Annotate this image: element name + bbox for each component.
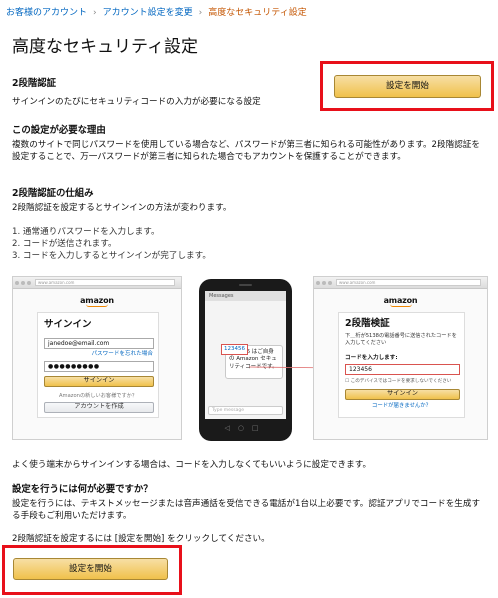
browser-url-bar: www.amazon.com bbox=[336, 279, 481, 286]
verification-text: 下＿桁が5138の電話番号に送信されたコードを入力してください bbox=[345, 333, 457, 347]
resend-code-link: コードが届きませんか？ bbox=[371, 403, 432, 409]
amazon-logo: amazon bbox=[314, 295, 487, 308]
verification-title: 2段階検証 bbox=[345, 318, 390, 329]
start-setup-button-bottom[interactable]: 設定を開始 bbox=[13, 558, 168, 580]
verification-screenshot: www.amazon.com amazon 2段階検証 下＿桁が5138の電話番… bbox=[313, 276, 488, 440]
requirements-heading: 設定を行うには何が必要ですか？ bbox=[12, 484, 153, 495]
verification-card: 2段階検証 下＿桁が5138の電話番号に送信されたコードを入力してください コー… bbox=[338, 312, 465, 418]
trusted-device-note: よく使う端末からサインインする場合は、コードを入力しなくてもいいように設定できま… bbox=[12, 460, 372, 470]
setup-instruction: 2段階認証を設定するには [設定を開始] をクリックしてください。 bbox=[12, 534, 270, 544]
browser-toolbar: www.amazon.com bbox=[314, 277, 487, 289]
requirements-text: 設定を行うには、テキストメッセージまたは音声通話を受信できる電話が1台以上必要で… bbox=[12, 499, 481, 522]
code-label: コードを入力します: bbox=[345, 355, 398, 361]
code-field: 123456 bbox=[345, 364, 460, 375]
verify-signin-button: サインイン bbox=[345, 389, 460, 400]
remember-device-checkbox: ☐ このデバイスではコードを要求しないでください bbox=[345, 379, 452, 384]
